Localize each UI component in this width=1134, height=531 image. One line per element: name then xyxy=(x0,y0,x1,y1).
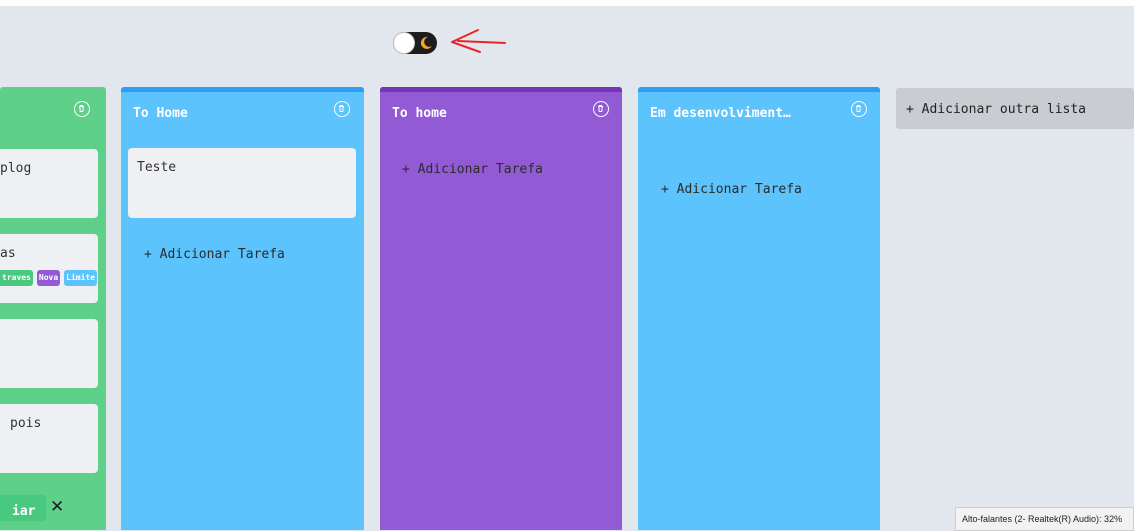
list-column-green: plog as traves Nova Limite pois xyxy=(0,87,106,530)
list-title[interactable]: Em desenvolviment… xyxy=(650,105,800,122)
add-task-button[interactable]: + Adicionar Tarefa xyxy=(661,182,802,197)
task-card-text: as xyxy=(0,246,16,261)
close-icon[interactable]: ✕ xyxy=(50,497,64,517)
list-title[interactable]: To home xyxy=(392,105,582,122)
trash-icon xyxy=(339,105,344,112)
trash-icon xyxy=(598,105,603,112)
list-top-bar xyxy=(638,87,880,92)
tag-badge: Limite xyxy=(64,270,98,286)
moon-icon xyxy=(420,36,432,49)
add-task-button[interactable]: + Adicionar Tarefa xyxy=(144,247,285,262)
task-card[interactable]: as xyxy=(0,234,98,303)
system-volume-tooltip: Alto-falantes (2- Realtek(R) Audio): 32% xyxy=(955,507,1134,531)
add-task-button[interactable]: + Adicionar Tarefa xyxy=(402,162,543,177)
task-card[interactable]: Teste xyxy=(128,148,356,218)
theme-toggle[interactable] xyxy=(393,32,437,54)
list-top-bar xyxy=(121,87,364,92)
annotation-arrow-icon xyxy=(451,29,506,53)
delete-list-button[interactable] xyxy=(334,101,350,117)
task-tags: traves Nova Limite xyxy=(0,270,98,286)
task-card-text: plog xyxy=(0,161,32,176)
task-card-text: Teste xyxy=(137,160,177,175)
task-card-text: pois xyxy=(10,416,42,431)
add-list-button[interactable]: + Adicionar outra lista xyxy=(896,88,1134,129)
list-title[interactable]: To Home xyxy=(133,105,324,122)
add-task-confirm-button[interactable]: iar xyxy=(0,495,46,521)
delete-list-button[interactable] xyxy=(74,101,90,117)
tag-badge: traves xyxy=(0,270,33,286)
task-card[interactable]: plog xyxy=(0,149,98,218)
tag-badge: Nova xyxy=(36,270,61,286)
trash-icon xyxy=(79,105,84,112)
list-column-to-home: To Home Teste + Adicionar Tarefa xyxy=(121,87,364,530)
trash-icon xyxy=(856,105,861,112)
task-card[interactable]: pois xyxy=(0,404,98,473)
list-column-em-desenvolvimento: Em desenvolviment… + Adicionar Tarefa xyxy=(638,87,880,530)
delete-list-button[interactable] xyxy=(593,101,609,117)
list-column-to-home-purple: To home + Adicionar Tarefa xyxy=(380,87,622,530)
delete-list-button[interactable] xyxy=(851,101,867,117)
list-top-bar xyxy=(380,87,622,92)
toggle-knob xyxy=(394,33,414,53)
task-card[interactable] xyxy=(0,319,98,388)
